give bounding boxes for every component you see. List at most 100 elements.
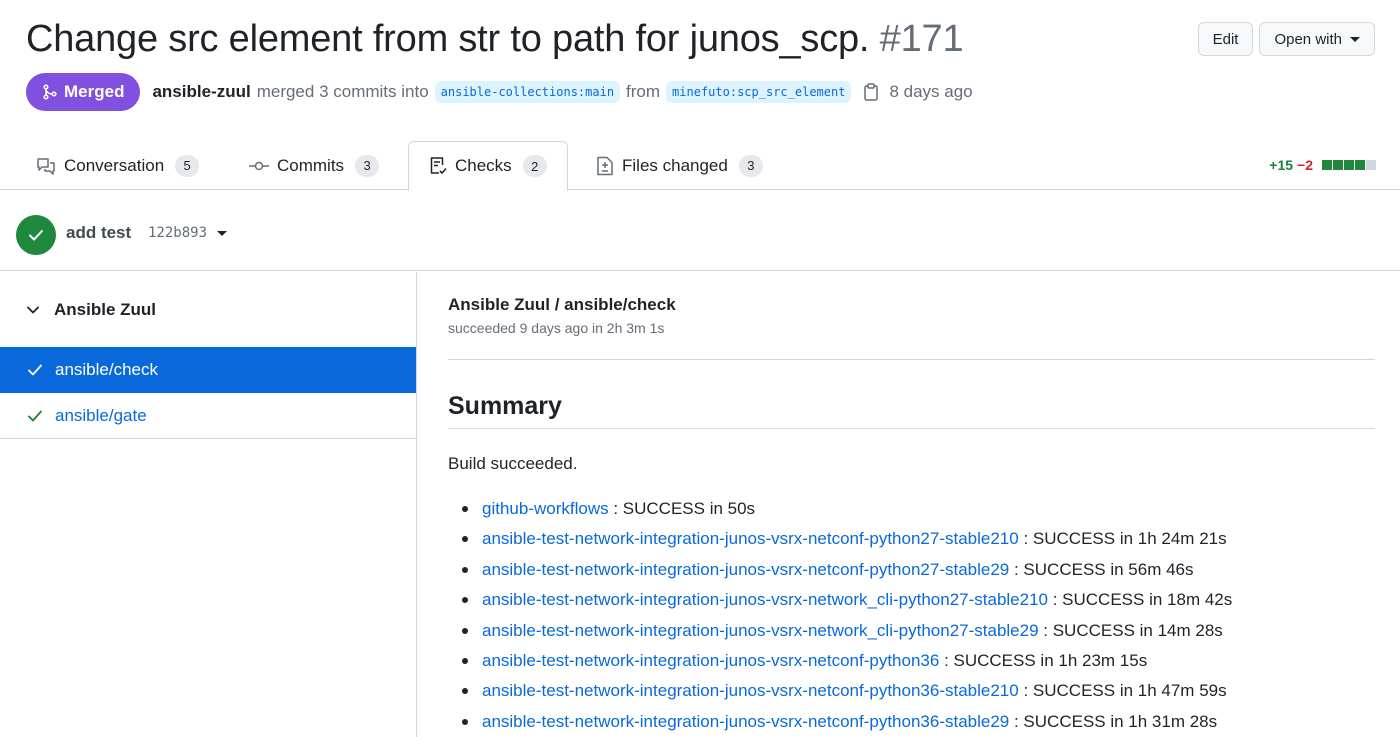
git-merge-icon bbox=[42, 84, 58, 100]
open-with-label: Open with bbox=[1274, 30, 1342, 48]
author-link[interactable]: ansible-zuul bbox=[152, 82, 250, 102]
checklist-icon bbox=[429, 156, 447, 176]
diffstat-block bbox=[1333, 160, 1343, 170]
pr-title: Change src element from str to path for … bbox=[26, 18, 870, 60]
job-link[interactable]: ansible-test-network-integration-junos-v… bbox=[482, 712, 1009, 731]
merged-badge: Merged bbox=[26, 73, 141, 111]
bullet bbox=[462, 718, 468, 725]
merged-time: 8 days ago bbox=[889, 82, 973, 101]
check-icon bbox=[27, 409, 43, 423]
divider bbox=[448, 428, 1375, 429]
commit-sha: 122b893 bbox=[148, 225, 208, 241]
job-result: : SUCCESS in 18m 42s bbox=[1048, 590, 1233, 610]
pr-title-row: Change src element from str to path for … bbox=[26, 14, 986, 66]
edit-button-label: Edit bbox=[1212, 30, 1239, 48]
sidebar-run-label: ansible/gate bbox=[55, 406, 147, 425]
list-item: ansible-test-network-integration-junos-v… bbox=[448, 647, 1232, 677]
job-link[interactable]: ansible-test-network-integration-junos-v… bbox=[482, 529, 1019, 548]
tab-commits[interactable]: Commits 3 bbox=[249, 141, 380, 190]
commit-bar: add test 122b893 bbox=[0, 191, 1400, 271]
job-result: : SUCCESS in 1h 23m 15s bbox=[939, 650, 1148, 670]
job-link[interactable]: ansible-test-network-integration-junos-v… bbox=[482, 621, 1039, 640]
check-run-status: succeeded 9 days ago in 2h 3m 1s bbox=[448, 320, 665, 336]
tab-conversation[interactable]: Conversation 5 bbox=[36, 141, 200, 190]
pr-number: #171 bbox=[879, 18, 964, 60]
pr-meta: Merged ansible-zuul merged 3 commits int… bbox=[26, 72, 973, 112]
head-branch[interactable]: minefuto:scp_src_element bbox=[666, 81, 852, 103]
tab-conversation-label: Conversation bbox=[64, 155, 165, 175]
list-item: ansible-test-network-integration-junos-v… bbox=[448, 525, 1232, 555]
job-link[interactable]: ansible-test-network-integration-junos-v… bbox=[482, 590, 1048, 609]
bullet bbox=[462, 657, 468, 664]
list-item: ansible-test-network-integration-junos-v… bbox=[448, 677, 1232, 707]
job-result: : SUCCESS in 1h 24m 21s bbox=[1018, 529, 1227, 549]
edit-button[interactable]: Edit bbox=[1197, 22, 1254, 56]
check-run-title: Ansible Zuul / ansible/check bbox=[448, 295, 676, 314]
bullet bbox=[462, 506, 468, 512]
tab-commits-count: 3 bbox=[355, 154, 380, 177]
job-list: github-workflows : SUCCESS in 50s ansibl… bbox=[448, 495, 1232, 737]
file-diff-icon bbox=[596, 156, 614, 176]
build-result: Build succeeded. bbox=[448, 454, 578, 473]
open-with-button[interactable]: Open with bbox=[1259, 22, 1375, 56]
bullet bbox=[462, 536, 468, 543]
job-link[interactable]: github-workflows bbox=[482, 499, 609, 518]
tab-files-changed-count: 3 bbox=[738, 154, 763, 177]
bullet bbox=[462, 597, 468, 604]
list-item: github-workflows : SUCCESS in 50s bbox=[448, 495, 1232, 525]
job-result: : SUCCESS in 50s bbox=[608, 499, 756, 518]
diffstat-block bbox=[1322, 160, 1332, 170]
pr-tabs: Conversation 5 Commits 3 Checks 2 Files … bbox=[0, 141, 1400, 191]
diffstat-block bbox=[1355, 160, 1365, 170]
job-link[interactable]: ansible-test-network-integration-junos-v… bbox=[482, 560, 1009, 579]
commit-sha-dropdown[interactable]: 122b893 bbox=[148, 225, 228, 241]
diffstat-additions: +15 bbox=[1269, 157, 1294, 173]
git-commit-icon bbox=[249, 159, 269, 173]
diffstat-deletions: −2 bbox=[1297, 157, 1313, 173]
triangle-down-icon bbox=[1350, 36, 1360, 42]
sidebar-run-ansible-check[interactable]: ansible/check bbox=[0, 347, 416, 393]
check-icon bbox=[27, 363, 43, 377]
sidebar-run-label: ansible/check bbox=[55, 360, 159, 379]
copy-icon[interactable] bbox=[863, 83, 879, 101]
list-item: ansible-test-network-integration-junos-v… bbox=[448, 617, 1232, 647]
commit-message: add test bbox=[66, 223, 132, 242]
tab-conversation-count: 5 bbox=[175, 154, 200, 177]
sidebar-run-ansible-gate[interactable]: ansible/gate bbox=[0, 393, 416, 439]
job-link[interactable]: ansible-test-network-integration-junos-v… bbox=[482, 651, 939, 670]
bullet bbox=[462, 566, 468, 573]
merged-badge-label: Merged bbox=[64, 82, 125, 101]
summary-heading: Summary bbox=[448, 392, 562, 420]
list-item: ansible-test-network-integration-junos-v… bbox=[448, 708, 1232, 737]
comment-discussion-icon bbox=[36, 157, 56, 175]
tab-files-changed[interactable]: Files changed 3 bbox=[596, 141, 763, 190]
tab-commits-label: Commits bbox=[277, 155, 345, 175]
diffstat-block bbox=[1344, 160, 1354, 170]
tab-checks-count: 2 bbox=[522, 155, 547, 177]
base-branch[interactable]: ansible-collections:main bbox=[434, 81, 621, 103]
list-item: ansible-test-network-integration-junos-v… bbox=[448, 556, 1232, 586]
job-result: : SUCCESS in 14m 28s bbox=[1038, 620, 1223, 640]
diffstat-bar bbox=[1321, 160, 1376, 170]
header-actions: Edit Open with bbox=[1197, 22, 1375, 56]
tab-checks[interactable]: Checks 2 bbox=[408, 141, 568, 191]
commit-status-icon bbox=[16, 215, 56, 255]
tab-checks-label: Checks bbox=[455, 156, 512, 175]
bullet bbox=[462, 627, 468, 634]
bullet bbox=[462, 688, 468, 695]
from-text: from bbox=[626, 82, 661, 101]
check-suite-name: Ansible Zuul bbox=[54, 300, 156, 319]
checks-sidebar: Ansible Zuul ansible/check ansible/gate bbox=[0, 272, 417, 737]
list-item: ansible-test-network-integration-junos-v… bbox=[448, 586, 1232, 616]
check-suite-header[interactable]: Ansible Zuul bbox=[26, 300, 156, 320]
job-link[interactable]: ansible-test-network-integration-junos-v… bbox=[482, 681, 1019, 700]
job-result: : SUCCESS in 56m 46s bbox=[1009, 559, 1194, 579]
sidebar-divider bbox=[0, 438, 416, 439]
merged-text: merged 3 commits into bbox=[256, 82, 429, 101]
diffstat: +15 −2 bbox=[1269, 157, 1376, 173]
chevron-down-icon bbox=[26, 305, 40, 315]
divider bbox=[448, 359, 1375, 360]
job-result: : SUCCESS in 1h 31m 28s bbox=[1009, 711, 1218, 731]
diffstat-block bbox=[1366, 160, 1376, 170]
tab-files-changed-label: Files changed bbox=[622, 155, 728, 175]
